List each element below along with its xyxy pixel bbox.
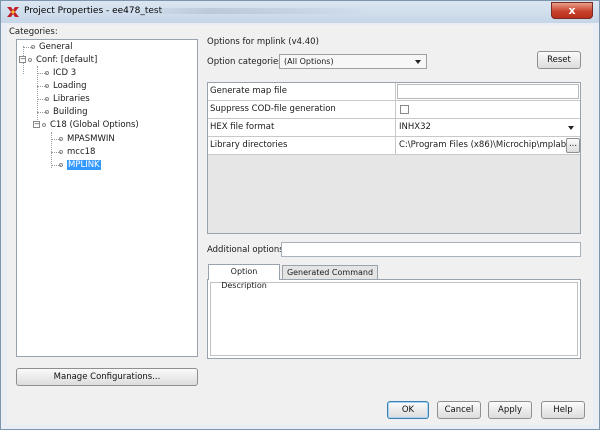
property-name: Library directories: [208, 137, 396, 154]
cancel-button[interactable]: Cancel: [437, 401, 481, 419]
tree-item-icd3[interactable]: ICD 3: [45, 67, 76, 79]
tree-connector: [51, 132, 52, 168]
option-categories-select[interactable]: (All Options): [279, 54, 427, 69]
tree-connector: [37, 66, 38, 126]
additional-options-input[interactable]: [281, 242, 581, 257]
categories-label: Categories:: [9, 27, 58, 37]
property-name: Suppress COD-file generation: [208, 101, 396, 118]
leaf-node-icon: [45, 83, 49, 88]
project-properties-window: Project Properties - ee478_test x Catego…: [0, 0, 600, 430]
table-row[interactable]: Library directories C:\Program Files (x8…: [208, 137, 580, 155]
additional-options-label: Additional options:: [207, 245, 287, 255]
chevron-down-icon: [415, 60, 421, 64]
table-row[interactable]: Suppress COD-file generation: [208, 101, 580, 119]
leaf-node-icon: [31, 44, 35, 49]
option-categories-label: Option categories:: [207, 57, 286, 67]
leaf-node-icon: [45, 109, 49, 114]
grid-empty-area: [208, 155, 580, 233]
options-property-grid: Generate map file Suppress COD-file gene…: [207, 82, 581, 234]
tree-item-mplink[interactable]: MPLINK: [59, 159, 101, 171]
browse-button[interactable]: ...: [566, 138, 580, 153]
tree-item-c18-global[interactable]: − C18 (Global Options): [33, 119, 139, 131]
table-row[interactable]: Generate map file: [208, 83, 580, 101]
categories-tree[interactable]: General − Conf: [default] ICD 3 Loading L…: [16, 39, 198, 357]
options-header: Options for mplink (v4.40): [207, 37, 319, 47]
collapse-toggle-icon[interactable]: −: [33, 121, 40, 128]
folder-node-icon: [28, 57, 32, 62]
title-bar-background: [131, 8, 371, 14]
tree-item-label-selected: MPLINK: [67, 160, 101, 170]
title-bar[interactable]: Project Properties - ee478_test x: [1, 1, 599, 23]
folder-node-icon: [42, 122, 46, 127]
dialog-content: Categories: General − Conf: [default] ICD…: [7, 25, 593, 425]
leaf-node-icon: [59, 162, 63, 167]
property-value-cell[interactable]: [396, 83, 580, 100]
reset-button[interactable]: Reset: [537, 51, 581, 69]
help-button[interactable]: Help: [541, 401, 585, 419]
description-text-area: [210, 282, 578, 356]
mplab-logo-icon: [7, 7, 19, 17]
tree-item-loading[interactable]: Loading: [45, 80, 87, 92]
tab-option-description[interactable]: Option Description: [208, 264, 280, 290]
close-button[interactable]: x: [551, 2, 593, 19]
tree-item-conf-default[interactable]: − Conf: [default]: [19, 54, 97, 66]
property-name: HEX file format: [208, 119, 396, 136]
library-directories-field[interactable]: C:\Program Files (x86)\Microchip\mplabc1…: [396, 137, 566, 154]
tab-generated-command-line[interactable]: Generated Command Line: [282, 265, 378, 291]
property-value-cell[interactable]: [396, 101, 580, 118]
property-name: Generate map file: [208, 83, 396, 100]
collapse-toggle-icon[interactable]: −: [19, 56, 26, 63]
table-row[interactable]: HEX file format INHX32: [208, 119, 580, 137]
hex-format-select[interactable]: INHX32: [396, 119, 580, 136]
tree-item-mpasmwin[interactable]: MPASMWIN: [59, 133, 115, 145]
chevron-down-icon: [568, 126, 574, 130]
apply-button[interactable]: Apply: [488, 401, 532, 419]
tree-item-libraries[interactable]: Libraries: [45, 93, 90, 105]
tree-item-building[interactable]: Building: [45, 106, 87, 118]
leaf-node-icon: [59, 149, 63, 154]
tree-item-mcc18[interactable]: mcc18: [59, 146, 95, 158]
generate-map-file-field[interactable]: [397, 84, 579, 99]
suppress-cod-checkbox[interactable]: [400, 105, 409, 114]
leaf-node-icon: [45, 70, 49, 75]
tree-item-general[interactable]: General: [31, 41, 73, 53]
manage-configurations-button[interactable]: Manage Configurations...: [16, 368, 198, 386]
ok-button[interactable]: OK: [387, 401, 429, 419]
leaf-node-icon: [45, 96, 49, 101]
leaf-node-icon: [59, 136, 63, 141]
